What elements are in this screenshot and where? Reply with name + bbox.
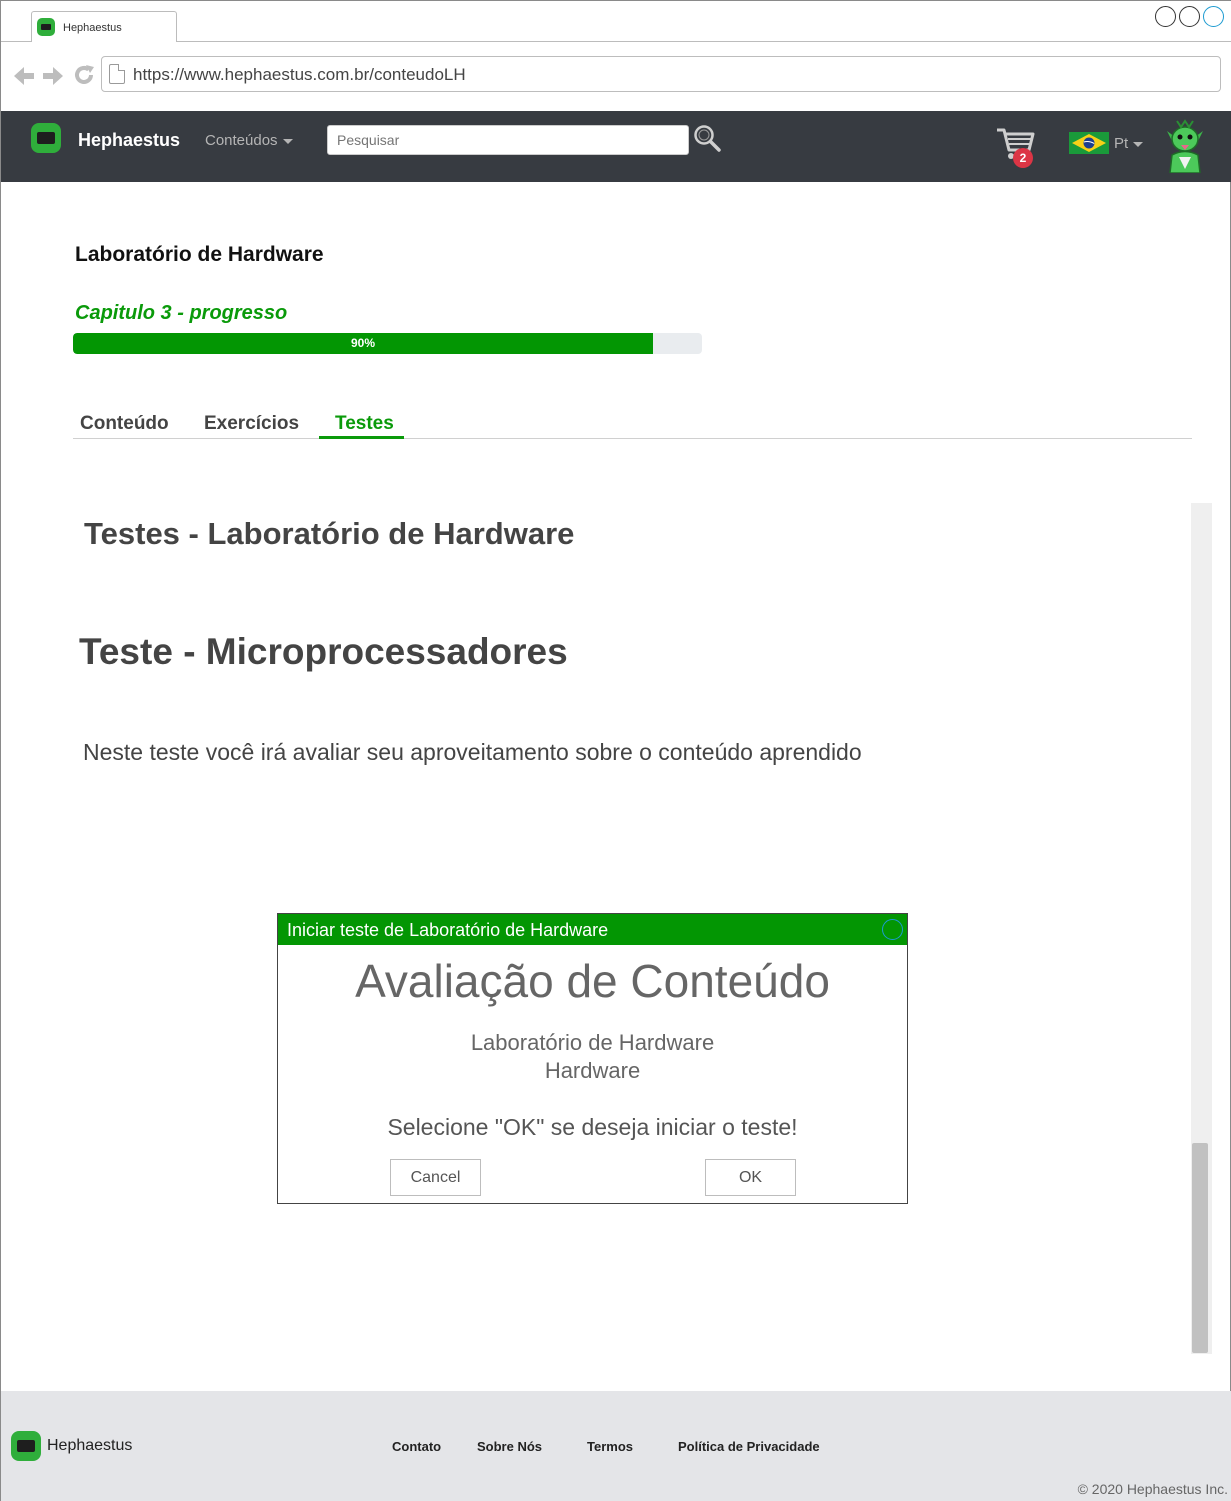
- language-selector[interactable]: Pt: [1114, 135, 1144, 152]
- url-text[interactable]: https://www.hephaestus.com.br/conteudoLH: [133, 65, 466, 85]
- dialog-topic-name: Hardware: [544, 1058, 641, 1083]
- tab-conteudo[interactable]: Conteúdo: [80, 413, 169, 435]
- conteudos-dropdown[interactable]: Conteúdos: [205, 132, 293, 149]
- footer-link-contato[interactable]: Contato: [392, 1439, 441, 1454]
- brand-name[interactable]: Hephaestus: [78, 130, 180, 151]
- ok-button[interactable]: OK: [705, 1159, 796, 1196]
- copyright-text: © 2020 Hephaestus Inc.: [1077, 1481, 1228, 1497]
- progress-text: 90%: [350, 336, 376, 350]
- page-icon: [109, 64, 125, 84]
- progress-label: Capitulo 3 - progresso: [75, 302, 288, 324]
- browser-window: Hephaestus https://www.hephaestus.com.br…: [0, 0, 1231, 1501]
- window-controls: [1155, 6, 1224, 27]
- cart-count-badge: 2: [1013, 148, 1033, 168]
- dialog-heading: Avaliação de Conteúdo: [355, 955, 830, 1007]
- course-title: Laboratório de Hardware: [75, 243, 324, 266]
- dialog-header: Iniciar teste de Laboratório de Hardware: [278, 914, 907, 945]
- forward-arrow-icon[interactable]: [41, 64, 65, 88]
- reload-icon[interactable]: [72, 63, 96, 87]
- footer-logo-icon[interactable]: [11, 1431, 41, 1461]
- search-input[interactable]: [327, 125, 689, 155]
- dialog-close-button[interactable]: [882, 919, 903, 940]
- dialog-message: Selecione "OK" se deseja iniciar o teste…: [387, 1114, 798, 1140]
- start-test-dialog: Iniciar teste de Laboratório de Hardware…: [277, 913, 908, 1204]
- footer-brand[interactable]: Hephaestus: [47, 1437, 132, 1455]
- footer-link-privacidade[interactable]: Política de Privacidade: [678, 1439, 820, 1454]
- caret-down-icon: [1133, 141, 1144, 147]
- browser-tab[interactable]: Hephaestus: [31, 11, 177, 43]
- dialog-title: Iniciar teste de Laboratório de Hardware: [287, 920, 609, 940]
- test-title: Teste - Microprocessadores: [79, 631, 568, 672]
- url-bar[interactable]: https://www.hephaestus.com.br/conteudoLH: [101, 56, 1221, 92]
- maximize-button[interactable]: [1179, 6, 1200, 27]
- brazil-flag-icon[interactable]: [1069, 132, 1109, 154]
- browser-tab-title: Hephaestus: [63, 22, 122, 34]
- hephaestus-logo-icon[interactable]: [31, 123, 61, 153]
- favicon-icon: [37, 18, 55, 36]
- search-icon[interactable]: [693, 124, 721, 152]
- tab-exercicios[interactable]: Exercícios: [204, 413, 299, 435]
- browser-tabstrip: Hephaestus: [1, 1, 1231, 43]
- site-navbar: Hephaestus Conteúdos 2 Pt: [1, 111, 1231, 182]
- content-tabs: Conteúdo Exercícios Testes: [73, 407, 1192, 439]
- caret-down-icon: [282, 138, 293, 144]
- cancel-button[interactable]: Cancel: [390, 1159, 481, 1196]
- tab-testes[interactable]: Testes: [335, 413, 394, 435]
- browser-toolbar: https://www.hephaestus.com.br/conteudoLH: [1, 42, 1231, 111]
- conteudos-dropdown-label: Conteúdos: [205, 132, 278, 149]
- user-avatar[interactable]: [1161, 117, 1209, 173]
- footer-link-sobre-nos[interactable]: Sobre Nós: [477, 1439, 542, 1454]
- progress-bar: 90%: [73, 333, 702, 354]
- minimize-button[interactable]: [1155, 6, 1176, 27]
- section-title: Testes - Laboratório de Hardware: [84, 516, 575, 551]
- back-arrow-icon[interactable]: [12, 64, 36, 88]
- site-footer: Hephaestus Contato Sobre Nós Termos Polí…: [1, 1391, 1231, 1501]
- language-label: Pt: [1114, 135, 1129, 152]
- active-tab-indicator: [319, 436, 404, 439]
- dialog-course-name: Laboratório de Hardware: [470, 1030, 715, 1055]
- test-description: Neste teste você irá avaliar seu aprovei…: [83, 739, 862, 765]
- close-window-button[interactable]: [1203, 6, 1224, 27]
- scrollbar-thumb[interactable]: [1192, 1143, 1208, 1353]
- footer-link-termos[interactable]: Termos: [587, 1439, 633, 1454]
